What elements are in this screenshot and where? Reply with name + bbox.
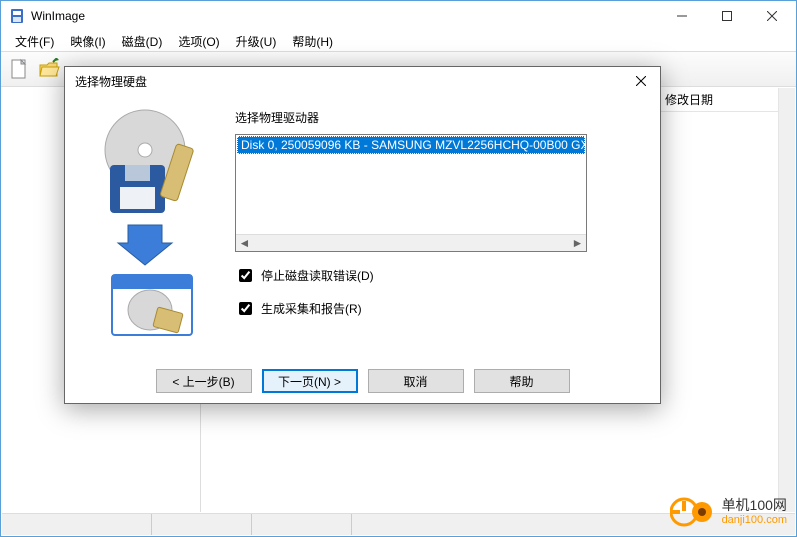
- wizard-graphic: [75, 99, 225, 359]
- cancel-button[interactable]: 取消: [368, 369, 464, 393]
- stop-on-error-input[interactable]: [239, 269, 252, 282]
- drive-label: 选择物理驱动器: [235, 109, 650, 126]
- help-button[interactable]: 帮助: [474, 369, 570, 393]
- next-button[interactable]: 下一页(N) >: [262, 369, 358, 393]
- status-cell: [2, 514, 152, 535]
- disk-wizard-icon: [90, 105, 210, 345]
- generate-report-checkbox[interactable]: 生成采集和报告(R): [235, 299, 650, 318]
- stop-on-error-checkbox[interactable]: 停止磁盘读取错误(D): [235, 266, 650, 285]
- minimize-button[interactable]: [659, 2, 704, 30]
- app-icon: [9, 8, 25, 24]
- watermark: 单机100网 danji100.com: [670, 495, 787, 529]
- menubar: 文件(F) 映像(I) 磁盘(D) 选项(O) 升级(U) 帮助(H): [1, 31, 796, 51]
- new-file-icon[interactable]: [5, 55, 33, 83]
- horizontal-scrollbar[interactable]: ◄ ►: [236, 234, 586, 251]
- watermark-text-2: danji100.com: [722, 514, 787, 526]
- menu-image[interactable]: 映像(I): [62, 32, 113, 51]
- dialog-close-button[interactable]: [626, 69, 656, 93]
- watermark-logo-icon: [670, 495, 714, 529]
- select-disk-dialog: 选择物理硬盘 选择物理驱动器: [64, 66, 661, 404]
- status-cell: [252, 514, 352, 535]
- dialog-title: 选择物理硬盘: [75, 73, 626, 90]
- menu-disk[interactable]: 磁盘(D): [114, 32, 171, 51]
- stop-on-error-label: 停止磁盘读取错误(D): [261, 267, 374, 284]
- drive-list-item[interactable]: Disk 0, 250059096 KB - SAMSUNG MZVL2256H…: [237, 136, 585, 154]
- app-title: WinImage: [31, 9, 659, 23]
- back-button[interactable]: < 上一步(B): [156, 369, 252, 393]
- open-folder-icon[interactable]: [35, 55, 63, 83]
- menu-upgrade[interactable]: 升级(U): [228, 32, 285, 51]
- scroll-right-icon[interactable]: ►: [570, 236, 585, 251]
- drive-listbox[interactable]: Disk 0, 250059096 KB - SAMSUNG MZVL2256H…: [235, 134, 587, 252]
- menu-file[interactable]: 文件(F): [7, 32, 62, 51]
- scroll-left-icon[interactable]: ◄: [237, 236, 252, 251]
- maximize-button[interactable]: [704, 2, 749, 30]
- status-cell: [152, 514, 252, 535]
- generate-report-label: 生成采集和报告(R): [261, 300, 362, 317]
- watermark-text-1: 单机100网: [722, 498, 787, 513]
- dialog-titlebar: 选择物理硬盘: [65, 67, 660, 95]
- generate-report-input[interactable]: [239, 302, 252, 315]
- dialog-button-row: < 上一步(B) 下一页(N) > 取消 帮助: [65, 369, 660, 393]
- vertical-scrollbar[interactable]: [778, 88, 795, 512]
- close-button[interactable]: [749, 2, 794, 30]
- menu-help[interactable]: 帮助(H): [284, 32, 341, 51]
- menu-options[interactable]: 选项(O): [170, 32, 227, 51]
- titlebar: WinImage: [1, 1, 796, 31]
